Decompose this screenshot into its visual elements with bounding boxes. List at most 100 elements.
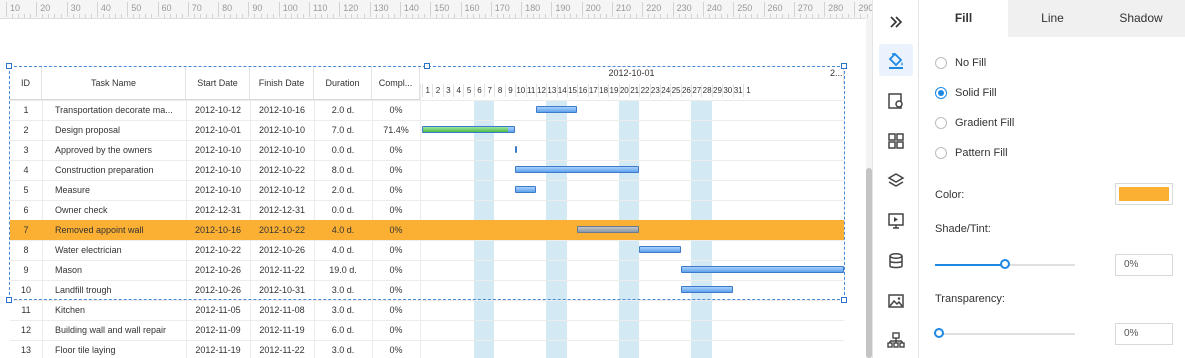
ruler-minor-tick — [454, 14, 456, 18]
cell-name: Kitchen — [55, 305, 86, 315]
table-row[interactable]: 13 Floor tile laying 2012-11-19 2012-11-22 3… — [10, 340, 844, 358]
shade-tint-slider[interactable] — [935, 259, 1075, 269]
table-row[interactable]: 12 Building wall and wall repair 2012-11-0… — [10, 320, 844, 340]
ruler-minor-tick — [30, 14, 32, 18]
column-header-task-name[interactable]: Task Name — [42, 66, 186, 100]
gantt-task-bar[interactable] — [515, 166, 640, 173]
ruler-minor-tick — [484, 14, 486, 18]
gantt-task-bar[interactable] — [422, 126, 516, 133]
cell-duration: 0.0 d. — [331, 145, 355, 155]
transparency-slider[interactable] — [934, 328, 1075, 338]
resize-handle-top-left[interactable] — [6, 63, 12, 69]
gantt-task-bar[interactable] — [515, 186, 536, 193]
tab-line[interactable]: Line — [1008, 0, 1097, 37]
cell-finish: 2012-10-10 — [258, 145, 306, 155]
table-row[interactable]: 4 Construction preparation 2012-10-10 2012-… — [10, 160, 844, 180]
fill-bucket-icon[interactable] — [879, 44, 913, 76]
column-header-id[interactable]: ID — [10, 66, 42, 100]
pattern-fill-option[interactable]: Pattern Fill — [935, 145, 1008, 161]
pattern-fill-radio[interactable] — [935, 147, 947, 159]
cell-id: 2 — [23, 125, 29, 135]
ruler-minor-tick — [860, 14, 862, 18]
shade-tint-slider-knob[interactable] — [1000, 259, 1010, 269]
cell-name: Construction preparation — [55, 165, 154, 175]
resize-handle-bottom-right[interactable] — [841, 297, 847, 303]
ruler-minor-tick — [575, 14, 577, 18]
gantt-task-bar[interactable] — [577, 226, 640, 233]
ruler-minor-tick — [630, 14, 632, 18]
ruler-minor-tick — [254, 14, 256, 18]
cell-start: 2012-10-01 — [194, 125, 242, 135]
cell-duration: 3.0 d. — [331, 345, 355, 355]
table-row[interactable]: 1 Transportation decorate ma... 2012-10-12… — [10, 100, 844, 120]
ruler-tick-label: 220 — [642, 2, 661, 17]
ruler-minor-tick — [78, 14, 80, 18]
gantt-task-bar[interactable] — [680, 286, 733, 293]
solid-fill-radio[interactable] — [935, 87, 947, 99]
column-header-duration[interactable]: Duration — [314, 66, 372, 100]
cell-start: 2012-10-16 — [194, 225, 242, 235]
cell-finish: 2012-10-16 — [258, 105, 306, 115]
ruler-minor-tick — [811, 14, 813, 18]
column-header-start-date[interactable]: Start Date — [186, 66, 250, 100]
cell-id: 12 — [20, 325, 31, 335]
table-row[interactable]: 6 Owner check 2012-12-31 2012-12-31 0.0 d. 0% — [10, 200, 844, 220]
shade-tint-input[interactable]: 0% — [1115, 254, 1173, 276]
cell-name: Design proposal — [55, 125, 121, 135]
ruler-minor-tick — [169, 14, 171, 18]
org-chart-icon[interactable] — [879, 325, 913, 357]
transparency-slider-knob[interactable] — [934, 328, 944, 338]
cell-complete: 0% — [389, 325, 403, 335]
image-icon[interactable] — [879, 285, 913, 317]
ruler-minor-tick — [727, 14, 729, 18]
resize-handle-top-right[interactable] — [841, 63, 847, 69]
gantt-task-bar[interactable] — [535, 106, 578, 113]
timeline-month-label: 2012-10-01 — [420, 66, 844, 84]
grid-icon[interactable] — [879, 125, 913, 157]
cell-start: 2012-10-26 — [194, 285, 242, 295]
cell-id: 3 — [23, 145, 29, 155]
cell-complete: 0% — [389, 305, 403, 315]
column-header-complete[interactable]: Compl... — [372, 66, 420, 100]
resize-handle-top-center[interactable] — [424, 63, 430, 69]
cell-duration: 4.0 d. — [331, 245, 355, 255]
tab-fill[interactable]: Fill — [919, 0, 1008, 37]
gantt-task-bar[interactable] — [515, 146, 518, 153]
cell-duration: 3.0 d. — [331, 285, 355, 295]
gradient-fill-radio[interactable] — [935, 117, 947, 129]
solid-fill-option[interactable]: Solid Fill — [935, 85, 997, 101]
ruler-minor-tick — [387, 14, 389, 18]
table-row[interactable]: 7 Removed appoint wall 2012-10-16 2012-10-2… — [10, 220, 844, 240]
table-row[interactable]: 5 Measure 2012-10-10 2012-10-12 2.0 d. 0% — [10, 180, 844, 200]
resize-handle-bottom-left[interactable] — [6, 297, 12, 303]
cell-start: 2012-10-26 — [194, 265, 242, 275]
ruler-minor-tick — [660, 14, 662, 18]
column-header-finish-date[interactable]: Finish Date — [250, 66, 314, 100]
gantt-chart[interactable]: 1 Transportation decorate ma... 2012-10-12… — [10, 66, 844, 358]
table-row[interactable]: 8 Water electrician 2012-10-22 2012-10-26 4.… — [10, 240, 844, 260]
no-fill-option[interactable]: No Fill — [935, 55, 986, 71]
page-settings-icon[interactable] — [879, 85, 913, 117]
double-chevron-right-icon[interactable] — [879, 6, 913, 38]
database-icon[interactable] — [879, 245, 913, 277]
presentation-icon[interactable] — [879, 205, 913, 237]
layers-icon[interactable] — [879, 165, 913, 197]
ruler-minor-tick — [163, 14, 165, 18]
cell-complete: 0% — [389, 265, 403, 275]
transparency-input[interactable]: 0% — [1115, 323, 1173, 345]
table-row[interactable]: 11 Kitchen 2012-11-05 2012-11-08 3.0 d. 0% — [10, 300, 844, 320]
timeline-day: 28 — [701, 84, 712, 97]
timeline-day: 7 — [484, 84, 494, 97]
gradient-fill-option[interactable]: Gradient Fill — [935, 115, 1014, 131]
gantt-task-bar[interactable] — [680, 266, 844, 273]
table-row[interactable]: 3 Approved by the owners 2012-10-10 2012-10… — [10, 140, 844, 160]
tab-shadow[interactable]: Shadow — [1097, 0, 1185, 37]
gantt-task-bar[interactable] — [639, 246, 681, 253]
timeline-day: 23 — [649, 84, 660, 97]
canvas-area[interactable]: 10 20 30 40 50 60 70 80 90 100 110 120 130 140 150 160 1… — [0, 0, 872, 358]
ruler-tick-label: 290 — [854, 2, 872, 17]
cell-duration: 2.0 d. — [331, 185, 355, 195]
shade-tint-slider-fill — [935, 264, 1005, 266]
color-picker[interactable] — [1115, 183, 1173, 205]
no-fill-radio[interactable] — [935, 57, 947, 69]
